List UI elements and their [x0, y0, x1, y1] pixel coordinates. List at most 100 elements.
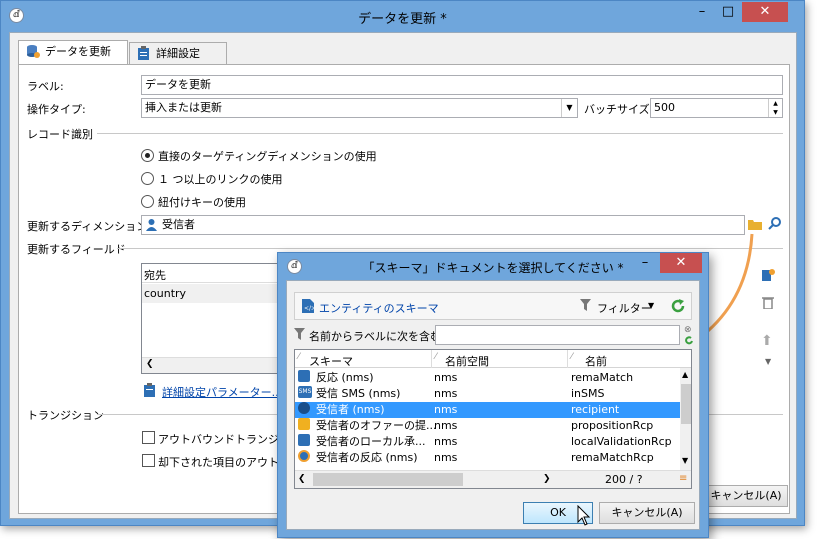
tab-advanced[interactable]: 詳細設定: [129, 42, 227, 65]
database-icon: [26, 44, 40, 58]
batch-size-input[interactable]: 500 ▲ ▼: [650, 98, 783, 118]
response-icon: [298, 450, 310, 462]
cell-schema: 受信者のローカル承...: [316, 435, 426, 448]
mouse-cursor-icon: [577, 505, 591, 526]
cell-namespace: nms: [434, 451, 458, 464]
column-header[interactable]: 名前空間: [445, 353, 489, 369]
record-count: 200 / ?: [605, 473, 643, 486]
cell-namespace: nms: [434, 403, 458, 416]
radio-label: 紐付けキーの使用: [158, 196, 246, 209]
cell-namespace: nms: [434, 371, 458, 384]
trash-icon[interactable]: [761, 295, 775, 312]
dimension-input[interactable]: 受信者: [141, 215, 745, 235]
scroll-thumb[interactable]: [681, 384, 691, 424]
scroll-left-icon[interactable]: ❮: [146, 359, 154, 369]
cell-schema: 受信者のオファーの提...: [316, 419, 437, 432]
record-id-section: レコード識別: [27, 128, 93, 141]
column-header[interactable]: 名前: [585, 353, 607, 369]
cell-name: localValidationRcp: [571, 435, 672, 448]
fields-section: 更新するフィールド: [27, 243, 126, 256]
fields-list[interactable]: 宛先 country ❮: [141, 263, 289, 374]
sms-icon: SMS: [298, 386, 312, 398]
list-item[interactable]: 宛先: [142, 264, 288, 283]
search-caption: 名前からラベルに次を含む:: [309, 330, 445, 343]
rejected-transition-checkbox[interactable]: [142, 454, 155, 467]
cancel-button[interactable]: キャンセル(A): [599, 502, 695, 524]
batch-caption: バッチサイズ:: [584, 103, 654, 116]
cell-name: recipient: [571, 403, 620, 416]
horizontal-scroll-thumb[interactable]: [313, 473, 463, 486]
table-row-selected[interactable]: 受信者 (nms) nms recipient: [295, 402, 680, 418]
radio-reconciliation-key[interactable]: [141, 195, 154, 208]
tab-update-data[interactable]: データを更新: [18, 40, 128, 65]
cell-name: remaMatchRcp: [571, 451, 654, 464]
list-menu-icon[interactable]: ≡: [679, 473, 687, 484]
scroll-down-icon[interactable]: ▼: [682, 456, 688, 465]
arrow-up-icon[interactable]: ⬆: [761, 333, 773, 349]
table-row[interactable]: 反応 (nms) nms remaMatch: [295, 370, 680, 386]
arrow-down-icon[interactable]: ▼: [765, 357, 771, 366]
person-icon: [146, 219, 157, 234]
clipboard-icon: [137, 46, 150, 60]
advanced-params-link[interactable]: 詳細設定パラメーター...: [162, 384, 282, 400]
table-row[interactable]: 受信者のローカル承... nms localValidationRcp: [295, 434, 680, 450]
cell-schema: 受信 SMS (nms): [316, 387, 401, 400]
op-type-select[interactable]: 挿入または更新 ▼: [141, 98, 578, 118]
cell-schema: 反応 (nms): [316, 371, 374, 384]
table-row[interactable]: SMS 受信 SMS (nms) nms inSMS: [295, 386, 680, 402]
chevron-down-icon[interactable]: ▼: [561, 99, 577, 117]
spin-down-icon[interactable]: ▼: [768, 108, 782, 117]
radio-direct-targeting[interactable]: [141, 149, 154, 162]
radio-label: 直接のターゲティングディメンションの使用: [158, 150, 377, 163]
search-input[interactable]: [435, 325, 680, 345]
column-header[interactable]: スキーマ: [309, 353, 353, 369]
cancel-button[interactable]: キャンセル(A): [704, 485, 788, 507]
horizontal-scrollbar[interactable]: ❮: [142, 357, 288, 373]
schema-icon: [298, 370, 310, 382]
dialog-client: </> エンティティのスキーマ フィルター ▼ 名前からラベルに次を含む: ⊗ …: [286, 280, 700, 530]
table-header: ⁄ スキーマ ⁄ 名前空間 ⁄ 名前: [295, 350, 691, 368]
schema-select-dialog: ⅆ 「スキーマ」ドキュメントを選択してください * – ✕ </> エンティティ…: [277, 252, 709, 538]
search-icon[interactable]: [768, 217, 781, 233]
scroll-up-icon[interactable]: ▲: [682, 370, 688, 379]
radio-links[interactable]: [141, 172, 154, 185]
outbound-transition-checkbox[interactable]: [142, 431, 155, 444]
cell-namespace: nms: [434, 435, 458, 448]
refresh-icon[interactable]: [670, 298, 686, 317]
table-row[interactable]: 受信者の反応 (nms) nms remaMatchRcp: [295, 450, 680, 466]
transition-section: トランジション: [27, 409, 104, 422]
refresh-icon[interactable]: [684, 336, 694, 349]
cell-name: inSMS: [571, 387, 605, 400]
add-field-icon[interactable]: [761, 268, 775, 285]
cell-name: remaMatch: [571, 371, 634, 384]
list-item[interactable]: country: [142, 284, 288, 303]
toolbar-title: エンティティのスキーマ: [319, 302, 439, 315]
scroll-right-icon[interactable]: ❯: [543, 474, 551, 484]
minimize-button[interactable]: –: [689, 2, 715, 22]
filter-label[interactable]: フィルター: [597, 300, 652, 316]
schema-table[interactable]: ⁄ スキーマ ⁄ 名前空間 ⁄ 名前 反応 (nms) nms remaMatc…: [294, 349, 692, 489]
radio-label: １ つ以上のリンクの使用: [158, 173, 283, 186]
tab-label: データを更新: [45, 45, 111, 58]
maximize-button[interactable]: □: [715, 2, 741, 22]
chevron-down-icon[interactable]: ▼: [648, 301, 654, 310]
filter-icon: [294, 328, 305, 343]
scroll-left-icon[interactable]: ❮: [298, 474, 306, 484]
offer-icon: [298, 418, 310, 430]
clear-icon[interactable]: ⊗: [684, 325, 692, 335]
close-button[interactable]: ✕: [660, 253, 702, 273]
table-footer: ❮ ❯ 200 / ? ≡: [295, 470, 691, 488]
vertical-scrollbar[interactable]: ▲ ▼: [680, 368, 691, 470]
filter-icon[interactable]: [580, 299, 591, 314]
minimize-button[interactable]: –: [632, 253, 658, 273]
label-caption: ラベル:: [27, 80, 64, 93]
table-row[interactable]: 受信者のオファーの提... nms propositionRcp: [295, 418, 680, 434]
spin-up-icon[interactable]: ▲: [768, 99, 782, 108]
op-type-caption: 操作タイプ:: [27, 103, 86, 116]
title-bar: ⅆ データを更新 * – □ ✕: [1, 1, 804, 32]
folder-icon[interactable]: [748, 218, 762, 233]
cell-schema: 受信者 (nms): [316, 403, 385, 416]
label-input[interactable]: データを更新: [141, 75, 783, 95]
op-type-value: 挿入または更新: [145, 101, 222, 114]
close-button[interactable]: ✕: [742, 2, 788, 22]
